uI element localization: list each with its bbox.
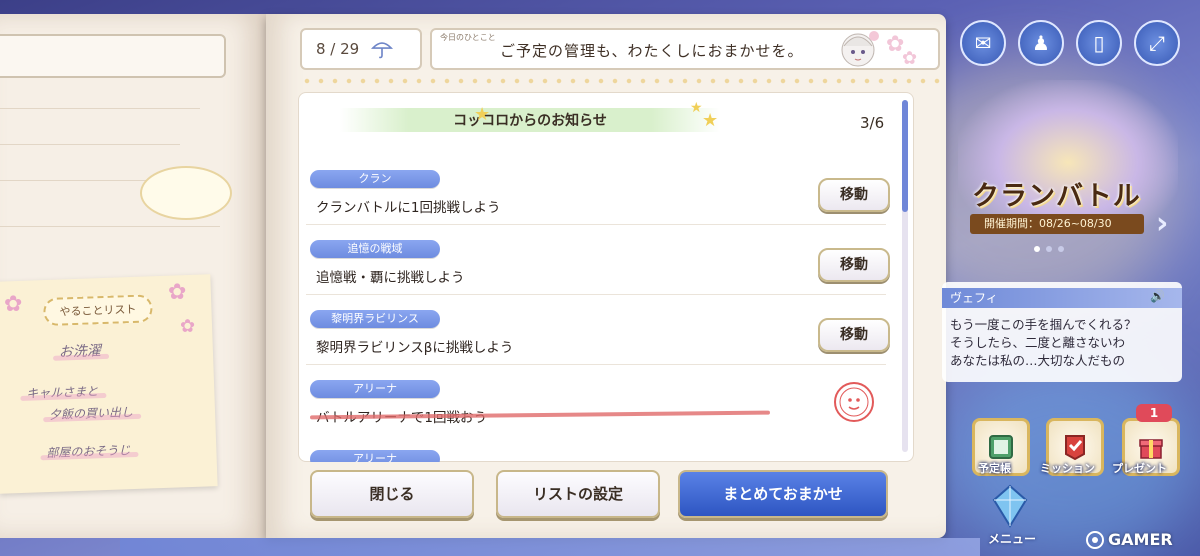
todo-item: 部屋のおそうじ [46,443,131,461]
dialog-line: そうしたら、二度と離さないわ [950,335,1126,350]
task-category-tag: アリーナ [310,450,440,462]
close-button[interactable]: 閉じる [310,470,474,518]
message-label: 今日のひとこと [440,33,496,42]
event-title[interactable]: クランバトル [972,174,1141,213]
move-button[interactable]: 移動 [818,248,890,282]
banner-carousel-dots [1034,246,1064,252]
dialog-speaker-name: ヴェフィ [942,288,1182,308]
mission-icon [1065,435,1085,461]
planner-label: 予定帳 [978,462,1011,475]
flower-icon: ✿ [180,316,196,337]
task-row: クラン クランバトルに1回挑戦しよう 移動 [306,170,896,238]
umbrella-icon [371,42,394,59]
task-description: クランバトルに1回挑戦しよう [316,200,501,216]
kokkoro-chibi-icon [841,31,879,67]
present-icon [1139,439,1163,459]
task-row: 追憶の戦域 追憶戦・覇に挑戦しよう 移動 [306,240,896,308]
date-box: 8 / 29 [300,28,422,70]
speaker-icon[interactable]: 🔊 [1150,289,1165,303]
list-settings-button[interactable]: リストの設定 [496,470,660,518]
left-page: やることリスト お洗濯 キャルさまと 夕飯の買い出し 部屋のおそうじ ✿ ✿ ✿ [0,14,268,538]
daily-message: ご予定の管理も、わたくしにおまかせを。 [500,42,804,60]
completed-stamp-icon [834,382,874,422]
divider [306,224,886,225]
present-label: プレゼント [1112,462,1167,475]
flower-icon: ✿ [902,48,918,69]
gamer-logo-icon [1086,530,1104,549]
move-button[interactable]: 移動 [818,178,890,212]
todo-item: お洗濯 [58,340,102,361]
watermark-text: GAMER [1108,530,1173,549]
star-icon: ★ [690,100,703,116]
divider [0,144,180,145]
fullscreen-icon[interactable]: ⤢ [1134,20,1180,66]
notice-banner: コッコロからのお知らせ [340,108,720,132]
dialog-line: あなたは私の…大切な人だもの [950,353,1126,368]
divider [0,226,220,227]
move-button[interactable]: 移動 [818,318,890,352]
page-counter: 3/6 [860,114,885,132]
todo-title: やることリスト [42,294,153,327]
speech-bubble-doodle [140,166,232,220]
date-label: 8 / 29 [316,40,360,58]
divider [306,364,886,365]
task-description: 黎明界ラビリンスβに挑戦しよう [316,340,514,356]
bottom-nav-strip [120,538,980,556]
todo-item: 夕飯の買い出し [48,405,134,422]
scrollbar-thumb[interactable] [902,100,908,212]
decorative-dots [300,76,940,86]
task-category-tag: 追憶の戦域 [310,240,440,258]
left-page-header-box [0,34,226,78]
gamer-watermark: GAMER [1086,530,1173,549]
todo-sticky-note: やることリスト お洗濯 キャルさまと 夕飯の買い出し 部屋のおそうじ [0,274,218,494]
planner-icon [989,435,1013,459]
task-row: アリーナ [306,450,896,462]
mission-label: ミッション [1040,462,1095,475]
divider [306,294,886,295]
character-icon[interactable]: ♟ [1018,20,1064,66]
star-icon: ★ [474,104,491,125]
divider [0,108,200,109]
menu-label[interactable]: メニュー [988,530,1036,547]
task-row: 黎明界ラビリンス 黎明界ラビリンスβに挑戦しよう 移動 [306,310,896,378]
present-count-badge: 1 [1136,404,1172,422]
event-period: 開催期間：08/26~08/30 [970,214,1144,234]
auto-all-button[interactable]: まとめておまかせ [678,470,888,518]
dialog-line: もう一度この手を掴んでくれる？ [950,317,1137,332]
album-icon[interactable]: ▯ [1076,20,1122,66]
mail-icon[interactable]: ✉ [960,20,1006,66]
task-category-tag: 黎明界ラビリンス [310,310,440,328]
todo-item: キャルさまと [26,384,99,401]
chevron-right-icon[interactable]: › [1156,206,1168,241]
task-category-tag: クラン [310,170,440,188]
menu-crystal-icon[interactable] [990,484,1030,528]
task-category-tag: アリーナ [310,380,440,398]
task-description: 追憶戦・覇に挑戦しよう [316,270,465,286]
flower-icon: ✿ [4,292,23,317]
star-icon: ★ [702,110,719,131]
flower-icon: ✿ [168,280,187,305]
task-row-completed: アリーナ バトルアリーナで1回戦おう [306,380,896,448]
